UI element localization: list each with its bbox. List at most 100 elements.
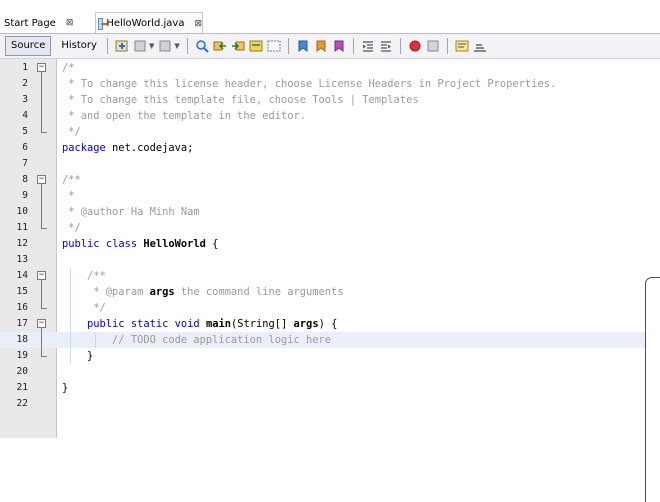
code-text[interactable]: } [62,380,68,396]
code-text[interactable]: public class HelloWorld { [62,236,218,252]
shift-right-icon[interactable] [379,39,393,53]
code-line[interactable]: 13 [0,252,660,268]
code-line[interactable]: 10 * @author Ha Minh Nam [0,204,660,220]
code-line[interactable]: 3 * To change this template file, choose… [0,92,660,108]
code-text[interactable]: */ [62,300,106,316]
code-text[interactable]: public static void main(String[] args) { [62,316,337,332]
toolbar-separator [106,38,108,54]
toolbar-separator [186,38,188,54]
line-number: 2 [22,78,28,89]
fold-end-marker [41,132,47,133]
java-file-icon [98,17,108,30]
code-line[interactable]: 16 */ [0,300,660,316]
close-icon[interactable]: ⊠ [66,18,74,28]
fold-toggle-icon[interactable]: − [37,175,46,184]
next-bookmark-icon[interactable] [314,39,328,53]
line-number: 7 [22,158,28,169]
code-text[interactable]: * To change this license header, choose … [62,76,556,92]
code-text[interactable]: // TODO code application logic here [62,332,331,348]
line-number: 11 [16,222,28,233]
last-edit-icon[interactable] [115,39,129,53]
line-number: 14 [16,270,28,281]
fold-guide [41,328,42,356]
back-icon[interactable] [133,39,147,53]
fold-end-marker [41,356,47,357]
line-number: 6 [22,142,28,153]
code-line[interactable]: 1 /* − [0,60,660,76]
find-selection-icon[interactable] [195,39,209,53]
code-line[interactable]: 14 /** − [0,268,660,284]
code-text[interactable]: * @author Ha Minh Nam [62,204,199,220]
shift-left-icon[interactable] [361,39,375,53]
toggle-rectangular-selection-icon[interactable] [267,39,281,53]
code-line[interactable]: 22 [0,396,660,412]
close-icon[interactable]: ⊠ [194,19,202,29]
code-line[interactable]: 15 * @param args the command line argume… [0,284,660,300]
code-text[interactable]: * @param args the command line arguments [62,284,343,300]
line-number: 9 [22,190,28,201]
previous-bookmark-icon[interactable] [296,39,310,53]
line-number: 18 [16,334,28,345]
code-line[interactable]: 7 [0,156,660,172]
code-line[interactable]: 19 } [0,348,660,364]
code-editor[interactable]: 1/* −2 * To change this license header, c… [0,59,660,502]
tab-helloworld-java[interactable]: HelloWorld.java ⊠ [95,12,203,34]
fold-toggle-icon[interactable]: − [37,63,46,72]
code-text[interactable]: */ [62,220,81,236]
tab-start-page[interactable]: Start Page ⊠ [2,13,87,33]
code-text[interactable]: /* [62,60,75,76]
code-line[interactable]: 12 public class HelloWorld { [0,236,660,252]
find-previous-icon[interactable] [213,39,227,53]
code-text[interactable]: */ [62,124,81,140]
code-line[interactable]: 8 /** − [0,172,660,188]
start-macro-recording-icon[interactable] [408,39,422,53]
line-number: 16 [16,302,28,313]
source-button[interactable]: Source [5,36,52,56]
tab-label: Start Page [4,17,56,29]
stop-macro-recording-icon[interactable] [426,39,440,53]
code-line[interactable]: 4 * and open the template in the editor. [0,108,660,124]
code-line[interactable]: 17 public static void main(String[] args… [0,316,660,332]
code-text[interactable]: * [62,188,74,204]
code-line[interactable]: 9 * [0,188,660,204]
comment-icon[interactable] [455,39,469,53]
line-number: 19 [16,350,28,361]
code-line[interactable]: 20 [0,364,660,380]
fold-toggle-icon[interactable]: − [37,271,46,280]
code-line[interactable]: 21} [0,380,660,396]
tab-label: HelloWorld.java [106,18,185,29]
uncomment-icon[interactable] [473,39,487,53]
code-text[interactable]: } [62,348,93,364]
code-text[interactable]: package net.codejava; [62,140,193,156]
find-next-icon[interactable] [231,39,245,53]
code-text[interactable]: * and open the template in the editor. [62,108,306,124]
chevron-down-icon[interactable]: ▼ [174,42,179,50]
line-number: 8 [22,174,28,185]
code-text[interactable]: /** [62,172,81,188]
toggle-highlight-icon[interactable] [249,39,263,53]
code-line[interactable]: 5 */ [0,124,660,140]
fold-guide [41,280,42,308]
code-line[interactable]: 11 */ [0,220,660,236]
line-number: 17 [16,318,28,329]
toggle-bookmark-icon[interactable] [332,39,346,53]
history-button[interactable]: History [56,37,102,55]
code-text[interactable]: * To change this template file, choose T… [62,92,418,108]
line-number: 21 [16,382,28,393]
toolbar-separator [399,38,401,54]
code-text[interactable]: /** [62,268,106,284]
popup-window-edge [645,277,660,502]
code-line[interactable]: 6 package net.codejava; [0,140,660,156]
code-line[interactable]: 18 // TODO code application logic here [0,332,660,348]
line-number: 22 [16,398,28,409]
line-number: 15 [16,286,28,297]
code-line[interactable]: 2 * To change this license header, choos… [0,76,660,92]
fold-guide [41,72,42,132]
forward-icon[interactable] [158,39,172,53]
fold-end-marker [41,308,47,309]
fold-guide [41,184,42,228]
line-number: 12 [16,238,28,249]
line-number: 13 [16,254,28,265]
fold-toggle-icon[interactable]: − [37,319,46,328]
chevron-down-icon[interactable]: ▼ [149,42,154,50]
